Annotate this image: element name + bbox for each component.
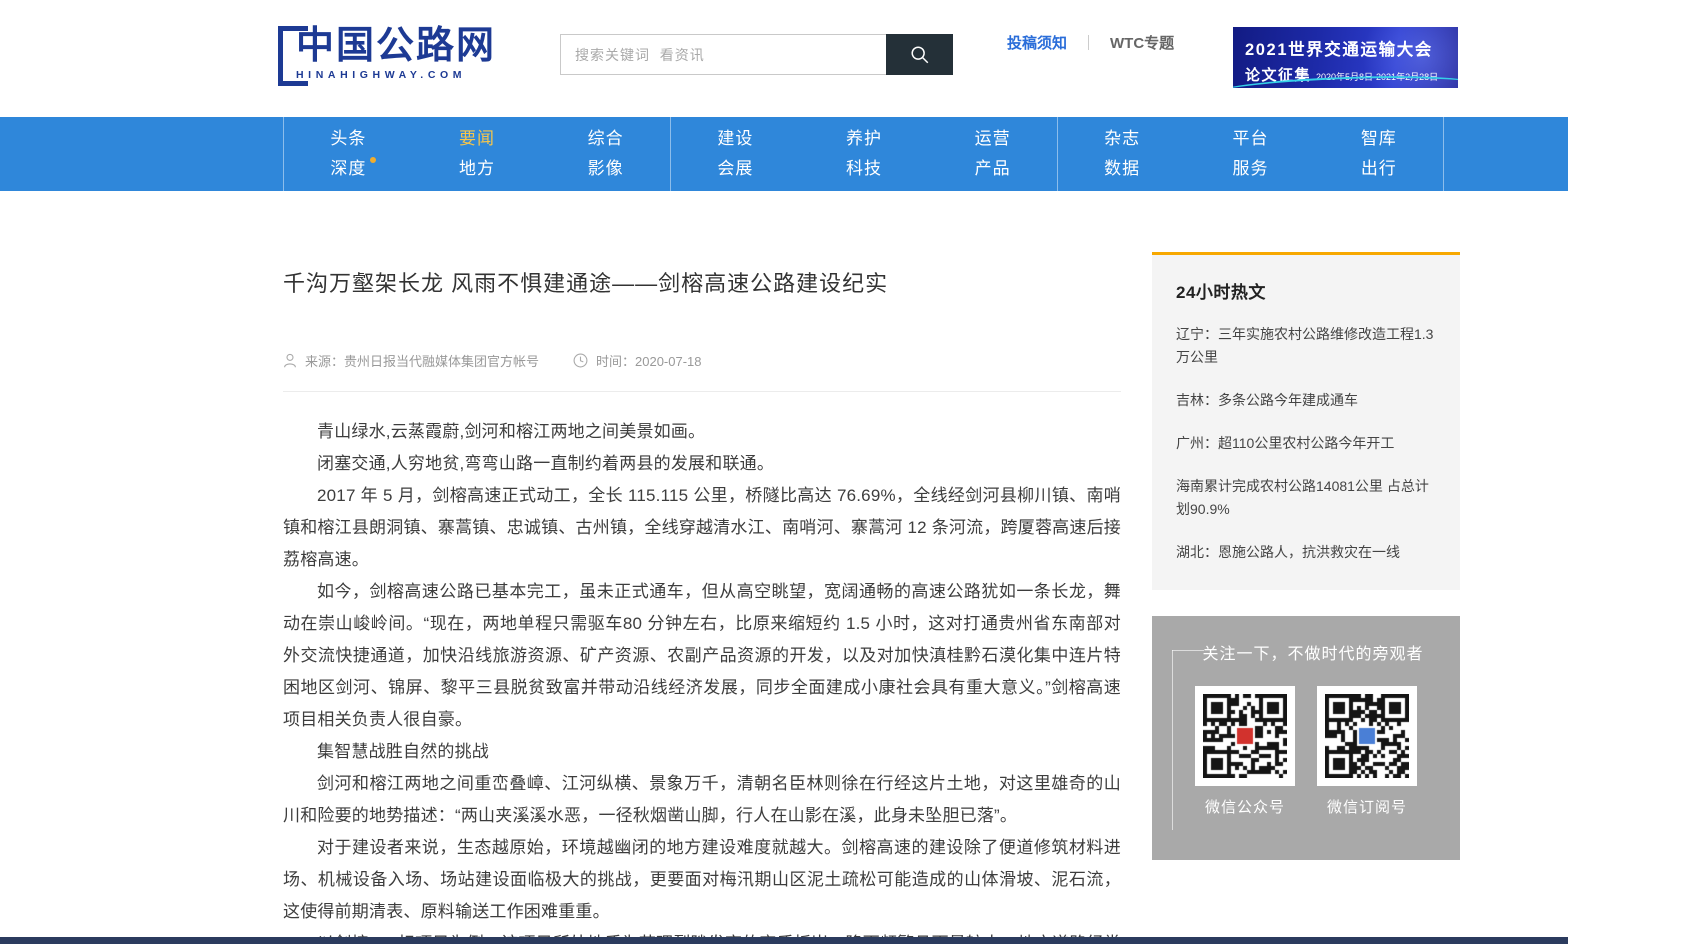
- nav-item-jianshe[interactable]: 建设: [717, 128, 753, 150]
- nav-item-shuju[interactable]: 数据: [1104, 158, 1140, 180]
- wtc-topic-link[interactable]: WTC专题: [1110, 32, 1174, 53]
- decor-line: [1172, 650, 1173, 830]
- nav-group-3: 杂志 数据 平台 服务 智库 出行: [1057, 117, 1444, 191]
- hot-article-link[interactable]: 湖北：恩施公路人，抗洪救灾在一线: [1176, 541, 1436, 564]
- search-button[interactable]: [886, 34, 953, 75]
- wechat-subscription-qr-code: [1317, 686, 1417, 786]
- nav-group-2: 建设 会展 养护 科技 运营 产品: [670, 117, 1057, 191]
- paragraph: 2017 年 5 月，剑榕高速正式动工，全长 115.115 公里，桥隧比高达 …: [283, 480, 1121, 576]
- banner-title: 2021世界交通运输大会: [1245, 36, 1458, 60]
- main-content: 千沟万壑架长龙 风雨不惧建通途——剑榕高速公路建设纪实 来源：贵州日报当代融媒体…: [0, 191, 1681, 937]
- hot-article-link[interactable]: 海南累计完成农村公路14081公里 占总计划90.9%: [1176, 475, 1436, 521]
- search-icon: [909, 44, 931, 66]
- new-dot-icon: [370, 157, 376, 163]
- sidebar: 24小时热文 辽宁：三年实施农村公路维修改造工程1.3万公里 吉林：多条公路今年…: [1152, 252, 1460, 860]
- nav-item-zonghe[interactable]: 综合: [588, 128, 624, 150]
- nav-item-yaowen[interactable]: 要闻: [459, 128, 495, 150]
- nav-group-1: 头条 深度 要闻 地方 综合 影像: [283, 117, 670, 191]
- nav-item-shendu[interactable]: 深度: [330, 158, 366, 180]
- site-logo[interactable]: 中国公路网 HINAHIGHWAY.COM: [278, 24, 496, 86]
- banner-subtitle: 论文征集: [1245, 64, 1311, 85]
- article-body: 青山绿水,云蒸霞蔚,剑河和榕江两地之间美景如画。 闭塞交通,人穷地贫,弯弯山路一…: [283, 416, 1121, 937]
- nav-item-zhiku[interactable]: 智库: [1361, 128, 1397, 150]
- search-input[interactable]: [560, 34, 886, 75]
- paragraph: 集智慧战胜自然的挑战: [283, 736, 1121, 768]
- nav-item-huizhan[interactable]: 会展: [717, 158, 753, 180]
- article-meta: 来源：贵州日报当代融媒体集团官方帐号 时间：2020-07-18: [283, 351, 1121, 370]
- main-nav: 头条 深度 要闻 地方 综合 影像 建设 会展 养护: [0, 117, 1568, 191]
- bottom-bar: [0, 937, 1568, 944]
- clock-icon: [573, 353, 588, 368]
- header-links: 投稿须知 WTC专题: [1007, 32, 1174, 53]
- article-time: 时间：2020-07-18: [573, 351, 702, 370]
- nav-item-yunying[interactable]: 运营: [975, 128, 1011, 150]
- nav-item-toutiao[interactable]: 头条: [330, 128, 366, 150]
- paragraph: 闭塞交通,人穷地贫,弯弯山路一直制约着两县的发展和联通。: [283, 448, 1121, 480]
- qr-label: 微信订阅号: [1327, 796, 1407, 817]
- paragraph: 青山绿水,云蒸霞蔚,剑河和榕江两地之间美景如画。: [283, 416, 1121, 448]
- hot-articles-box: 24小时热文 辽宁：三年实施农村公路维修改造工程1.3万公里 吉林：多条公路今年…: [1152, 252, 1460, 590]
- nav-item-pingtai[interactable]: 平台: [1232, 128, 1268, 150]
- follow-title: 关注一下，不做时代的旁观者: [1152, 640, 1460, 664]
- nav-item-chanpin[interactable]: 产品: [975, 158, 1011, 180]
- article-title: 千沟万壑架长龙 风雨不惧建通途——剑榕高速公路建设纪实: [283, 269, 1121, 299]
- hot-articles-title: 24小时热文: [1176, 278, 1436, 303]
- article: 千沟万壑架长龙 风雨不惧建通途——剑榕高速公路建设纪实 来源：贵州日报当代融媒体…: [283, 191, 1121, 937]
- decor-line: [1172, 650, 1204, 651]
- wechat-follow-box: 关注一下，不做时代的旁观者 微信公众号 微信订阅号: [1152, 616, 1460, 860]
- nav-item-yanghu[interactable]: 养护: [846, 128, 882, 150]
- logo-text-cn: 中国公路网: [296, 24, 496, 68]
- hot-article-link[interactable]: 辽宁：三年实施农村公路维修改造工程1.3万公里: [1176, 323, 1436, 369]
- hot-article-link[interactable]: 广州：超110公里农村公路今年开工: [1176, 432, 1436, 455]
- qr-label: 微信公众号: [1205, 796, 1285, 817]
- person-icon: [283, 353, 297, 368]
- qr-row: 微信公众号 微信订阅号: [1152, 686, 1460, 817]
- page: 中国公路网 HINAHIGHWAY.COM 投稿须知 WTC专题 2021世界交: [0, 0, 1681, 944]
- hot-article-link[interactable]: 吉林：多条公路今年建成通车: [1176, 389, 1436, 412]
- nav-item-yingxiang[interactable]: 影像: [588, 158, 624, 180]
- article-source: 来源：贵州日报当代融媒体集团官方帐号: [283, 351, 539, 370]
- search-bar: [560, 34, 953, 75]
- qr-image: [1203, 694, 1287, 778]
- meta-divider: [283, 391, 1121, 392]
- qr-image: [1325, 694, 1409, 778]
- banner-date: 2020年5月8日-2021年2月28日: [1316, 70, 1438, 83]
- paragraph: 以剑榕 10 标项目为例，该项目所处地质为节理裂隙发育的变质板岩，降雨频繁且雨量…: [283, 928, 1121, 937]
- nav-item-keji[interactable]: 科技: [846, 158, 882, 180]
- nav-item-fuwu[interactable]: 服务: [1232, 158, 1268, 180]
- paragraph: 如今，剑榕高速公路已基本完工，虽未正式通车，但从高空眺望，宽阔通畅的高速公路犹如…: [283, 576, 1121, 736]
- link-divider: [1088, 35, 1089, 50]
- nav-item-chuxing[interactable]: 出行: [1361, 158, 1397, 180]
- nav-item-difang[interactable]: 地方: [459, 158, 495, 180]
- paragraph: 对于建设者来说，生态越原始，环境越幽闭的地方建设难度就越大。剑榕高速的建设除了便…: [283, 832, 1121, 928]
- wechat-public-qr-code: [1195, 686, 1295, 786]
- site-header: 中国公路网 HINAHIGHWAY.COM 投稿须知 WTC专题 2021世界交: [0, 0, 1681, 117]
- paragraph: 剑河和榕江两地之间重峦叠嶂、江河纵横、景象万千，清朝名臣林则徐在行经这片土地，对…: [283, 768, 1121, 832]
- logo-text-en: HINAHIGHWAY.COM: [296, 69, 496, 81]
- nav-item-zazhi[interactable]: 杂志: [1104, 128, 1140, 150]
- submission-notice-link[interactable]: 投稿须知: [1007, 32, 1067, 53]
- banner-ad[interactable]: 2021世界交通运输大会 论文征集 2020年5月8日-2021年2月28日: [1233, 27, 1458, 88]
